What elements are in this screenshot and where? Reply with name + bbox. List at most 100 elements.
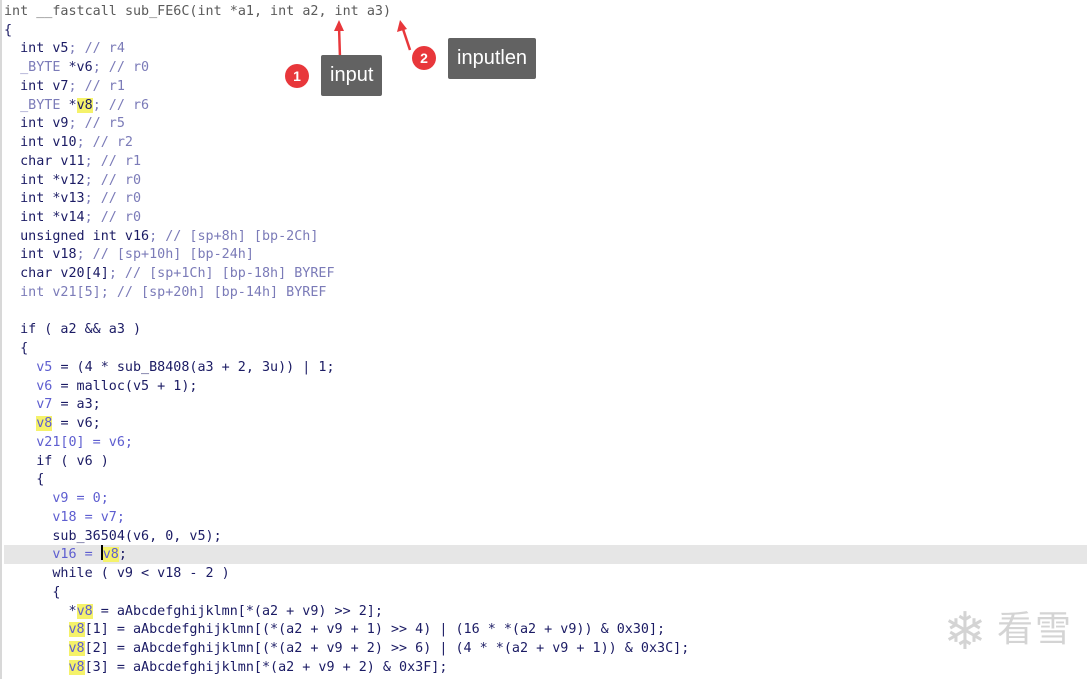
decl-name[interactable]: v9 [44,116,68,131]
code-line-b2[interactable]: v8[2] = aAbcdefghijklmn[(*(a2 + v9 + 2) … [4,639,1087,658]
decl-v20[interactable]: char v20[4]; // [sp+1Ch] [bp-18h] BYREF [4,264,1087,283]
var-v8-highlighted[interactable]: v8 [102,547,119,562]
code-line-v8-assign[interactable]: v8 = v6; [4,414,1087,433]
code-line-while[interactable]: while ( v9 < v18 - 2 ) [4,564,1087,583]
decl-name[interactable]: v21[5] [44,285,100,300]
var-v8-highlighted[interactable]: v8 [76,604,93,619]
var-v8-highlighted[interactable]: v8 [68,641,85,656]
decl-name-highlighted[interactable]: v8 [76,98,93,113]
decl-name[interactable]: *v12 [44,173,84,188]
decl-comment: ; // r1 [68,79,125,94]
code-line-open-brace[interactable]: { [4,21,1087,40]
code-line-signature[interactable]: int __fastcall sub_FE6C(int *a1, int a2,… [4,2,1087,21]
decl-name[interactable]: v18 [44,247,76,262]
code-line-brace[interactable]: { [4,339,1087,358]
var-v8-highlighted[interactable]: v8 [68,660,85,675]
decl-v7[interactable]: int v7; // r1 [4,77,1087,96]
decl-comment: ; // r0 [84,191,142,206]
param-a3[interactable]: a3 [367,4,383,19]
code-line-b0[interactable]: *v8 = aAbcdefghijklmn[*(a2 + v9) >> 2]; [4,602,1087,621]
decl-type: _BYTE [20,98,61,113]
decl-comment: ; // r0 [84,210,142,225]
code-text: [3] = aAbcdefghijklmn[*(a2 + v9 + 2) & 0… [84,660,448,675]
code-line-if-a2-a3[interactable]: if ( a2 && a3 ) [4,320,1087,339]
code-text: ; [118,547,127,562]
pseudocode-view[interactable]: int __fastcall sub_FE6C(int *a1, int a2,… [0,0,1087,679]
brace: { [20,341,29,356]
code-text: v16 = [52,547,101,562]
decl-name[interactable]: v20[4] [52,266,108,281]
code-line-v6-assign[interactable]: v6 = malloc(v5 + 1); [4,377,1087,396]
decl-comment: ; // [sp+20h] [bp-14h] BYREF [100,285,327,300]
decl-comment: ; // [sp+10h] [bp-24h] [76,247,254,262]
decl-v8[interactable]: _BYTE *v8; // r6 [4,96,1087,115]
code-text: v21[0] = v6; [36,435,133,450]
code-line-v21-assign[interactable]: v21[0] = v6; [4,433,1087,452]
return-type: int [4,4,29,19]
decl-name[interactable]: v11 [52,154,84,169]
decl-v6[interactable]: _BYTE *v6; // r0 [4,58,1087,77]
param-separator: , int [318,4,367,19]
decl-v5[interactable]: int v5; // r4 [4,39,1087,58]
code-line-v5-assign[interactable]: v5 = (4 * sub_B8408(a3 + 2, 3u)) | 1; [4,358,1087,377]
brace: { [52,585,61,600]
decl-v16[interactable]: unsigned int v16; // [sp+8h] [bp-2Ch] [4,227,1087,246]
code-line-b1[interactable]: v8[1] = aAbcdefghijklmn[(*(a2 + v9 + 1) … [4,620,1087,639]
decl-type: int [20,41,45,56]
code-text: while ( v9 < v18 - 2 ) [52,566,230,581]
decl-pointer: * [60,98,77,113]
code-text: sub_36504(v6, 0, v5); [52,529,222,544]
param-a2[interactable]: a2 [302,4,318,19]
annotation-badge-1: 1 [285,64,309,88]
decl-v9[interactable]: int v9; // r5 [4,114,1087,133]
decl-comment: ; // r6 [92,98,150,113]
decl-v11[interactable]: char v11; // r1 [4,152,1087,171]
code-line-v7-assign[interactable]: v7 = a3; [4,395,1087,414]
var-v6[interactable]: v6 [36,379,52,394]
code-line-b3[interactable]: v8[3] = aAbcdefghijklmn[*(a2 + v9 + 2) &… [4,658,1087,677]
calling-convention: __fastcall [36,4,117,19]
decl-v12[interactable]: int *v12; // r0 [4,171,1087,190]
decl-v18[interactable]: int v18; // [sp+10h] [bp-24h] [4,245,1087,264]
function-name[interactable]: sub_FE6C(int * [125,4,238,19]
code-line-if-v6[interactable]: if ( v6 ) [4,452,1087,471]
decl-type: int [20,191,45,206]
decl-name[interactable]: *v6 [60,60,92,75]
decl-type: char [20,266,53,281]
decl-name[interactable]: *v13 [44,191,84,206]
decl-comment: ; // r5 [68,116,125,131]
code-text: = a3; [60,397,101,412]
var-v5[interactable]: v5 [36,360,52,375]
code-text: if ( v6 ) [36,454,109,469]
code-text: v9 = 0; [52,491,109,506]
code-line-memset[interactable]: sub_36504(v6, 0, v5); [4,527,1087,546]
decl-comment: ; // [sp+1Ch] [bp-18h] BYREF [108,266,335,281]
var-v8-highlighted[interactable]: v8 [36,416,53,431]
decl-name[interactable]: v10 [44,135,76,150]
decl-name[interactable]: *v14 [44,210,84,225]
decl-v14[interactable]: int *v14; // r0 [4,208,1087,227]
decl-v10[interactable]: int v10; // r2 [4,133,1087,152]
code-line-brace[interactable]: { [4,470,1087,489]
annotation-label-inputlen: inputlen [448,38,537,79]
code-line-brace[interactable]: { [4,583,1087,602]
decl-v13[interactable]: int *v13; // r0 [4,189,1087,208]
decl-v21[interactable]: int v21[5]; // [sp+20h] [bp-14h] BYREF [4,283,1087,302]
code-text: [2] = aAbcdefghijklmn[(*(a2 + v9 + 2) >>… [84,641,690,656]
code-text: [1] = aAbcdefghijklmn[(*(a2 + v9 + 1) >>… [84,622,666,637]
watermark: ❄ 看雪 [943,600,1073,662]
decl-name[interactable]: v7 [44,79,68,94]
decl-type: int [20,173,45,188]
decl-name[interactable]: v16 [117,229,149,244]
decl-comment: ; // r0 [84,173,142,188]
annotation-badge-2: 2 [412,46,436,70]
brace: { [36,472,45,487]
code-line-v16-assign-current[interactable]: v16 = v8; [4,545,1087,564]
param-a1[interactable]: a1 [238,4,254,19]
var-v8-highlighted[interactable]: v8 [68,622,85,637]
code-line-v9-assign[interactable]: v9 = 0; [4,489,1087,508]
watermark-text: 看雪 [996,609,1073,650]
decl-name[interactable]: v5 [44,41,68,56]
code-line-v18-assign[interactable]: v18 = v7; [4,508,1087,527]
var-v7[interactable]: v7 [36,397,52,412]
